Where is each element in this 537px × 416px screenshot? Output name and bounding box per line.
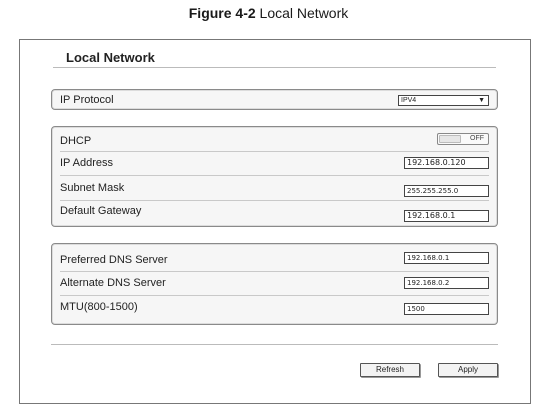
refresh-button[interactable]: Refresh bbox=[360, 363, 420, 377]
dhcp-toggle[interactable]: OFF bbox=[437, 133, 489, 145]
dhcp-toggle-text: OFF bbox=[470, 135, 484, 142]
alternate-dns-row: Alternate DNS Server 192.168.0.2 bbox=[60, 273, 489, 296]
toggle-knob bbox=[439, 135, 461, 143]
mtu-label: MTU(800-1500) bbox=[60, 301, 138, 313]
ip-address-label: IP Address bbox=[60, 157, 113, 169]
ip-address-field[interactable]: 192.168.0.120 bbox=[404, 157, 489, 169]
ip-protocol-row: IP Protocol IPV4 ▼ bbox=[60, 94, 489, 107]
panel-title: Local Network bbox=[66, 50, 155, 65]
chevron-down-icon: ▼ bbox=[478, 97, 485, 104]
mtu-field[interactable]: 1500 bbox=[404, 303, 489, 315]
ip-protocol-value: IPV4 bbox=[401, 97, 417, 104]
subnet-mask-label: Subnet Mask bbox=[60, 182, 125, 194]
ip-protocol-group: IP Protocol IPV4 ▼ bbox=[51, 89, 498, 110]
dns-group: Preferred DNS Server 192.168.0.1 Alterna… bbox=[51, 243, 498, 325]
figure-caption: Figure 4-2 Local Network bbox=[0, 5, 537, 21]
preferred-dns-field[interactable]: 192.168.0.1 bbox=[404, 252, 489, 264]
preferred-dns-row: Preferred DNS Server 192.168.0.1 bbox=[60, 249, 489, 272]
mtu-row: MTU(800-1500) 1500 bbox=[60, 298, 489, 320]
subnet-mask-field[interactable]: 255.255.255.0 bbox=[404, 185, 489, 197]
ip-address-row: IP Address 192.168.0.120 bbox=[60, 153, 489, 176]
ip-protocol-select[interactable]: IPV4 ▼ bbox=[398, 95, 489, 106]
figure-number: Figure 4-2 bbox=[188, 5, 256, 21]
default-gateway-label: Default Gateway bbox=[60, 205, 142, 217]
title-divider bbox=[53, 67, 496, 68]
default-gateway-field[interactable]: 192.168.0.1 bbox=[404, 210, 489, 222]
subnet-mask-row: Subnet Mask 255.255.255.0 bbox=[60, 177, 489, 201]
alternate-dns-label: Alternate DNS Server bbox=[60, 277, 166, 289]
ip-protocol-label: IP Protocol bbox=[60, 94, 114, 106]
local-network-panel: Local Network IP Protocol IPV4 ▼ DHCP OF… bbox=[19, 39, 531, 404]
dhcp-label: DHCP bbox=[60, 135, 92, 147]
ip-settings-group: DHCP OFF IP Address 192.168.0.120 Subnet… bbox=[51, 126, 498, 227]
bottom-divider bbox=[51, 344, 498, 345]
apply-button[interactable]: Apply bbox=[438, 363, 498, 377]
preferred-dns-label: Preferred DNS Server bbox=[60, 254, 168, 266]
figure-title: Local Network bbox=[259, 5, 349, 21]
default-gateway-row: Default Gateway 192.168.0.1 bbox=[60, 202, 489, 224]
dhcp-row: DHCP OFF bbox=[60, 131, 489, 152]
alternate-dns-field[interactable]: 192.168.0.2 bbox=[404, 277, 489, 289]
